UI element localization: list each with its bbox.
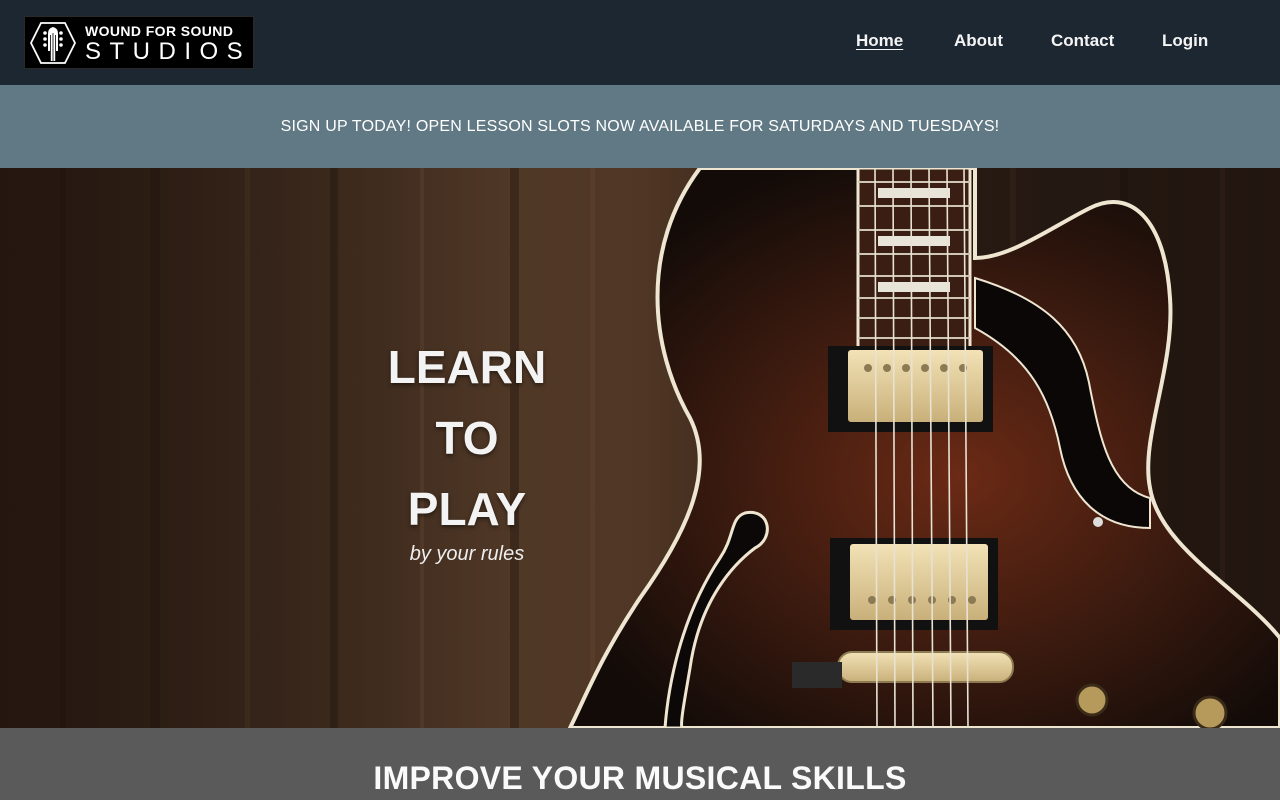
main-nav: Home About Contact Login [0, 31, 1280, 55]
announcement-text: SIGN UP TODAY! OPEN LESSON SLOTS NOW AVA… [280, 117, 1000, 135]
hero-section: LEARN TO PLAY by your rules [0, 168, 1280, 728]
nav-contact-link[interactable]: Contact [1051, 31, 1114, 51]
nav-home-link[interactable]: Home [856, 31, 903, 51]
nav-login-link[interactable]: Login [1162, 31, 1208, 51]
site-header: WOUND FOR SOUND STUDIOS Home About Conta… [0, 0, 1280, 85]
hero-word-2: TO [435, 412, 499, 464]
skills-section: IMPROVE YOUR MUSICAL SKILLS [0, 728, 1280, 800]
nav-about-link[interactable]: About [954, 31, 1003, 51]
hero-heading: LEARN TO PLAY by your rules [372, 332, 562, 566]
guitar-hero-image [0, 168, 1280, 728]
hero-word-3: PLAY [407, 483, 527, 535]
section-title: IMPROVE YOUR MUSICAL SKILLS [373, 760, 907, 796]
hero-subtitle: by your rules [409, 543, 525, 565]
hero-word-1: LEARN [387, 341, 547, 393]
announcement-banner: SIGN UP TODAY! OPEN LESSON SLOTS NOW AVA… [0, 85, 1280, 168]
